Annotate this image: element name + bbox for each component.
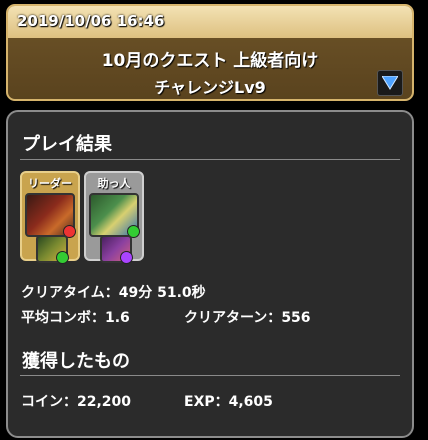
play-date: 2019/10/06 16:46 — [17, 12, 165, 30]
clear-time-value: 49分 51.0秒 — [118, 285, 206, 301]
expand-dropdown-button[interactable] — [377, 70, 403, 96]
quest-subtitle: チャレンジLv9 — [154, 78, 266, 97]
helper-monster-icon[interactable] — [89, 193, 140, 238]
avg-combo-row: 平均コンボ：1.6 — [21, 307, 130, 327]
leader-label: リーダー — [28, 177, 72, 190]
helper-sub-monster-icon[interactable] — [100, 235, 133, 264]
clear-turns-value: 556 — [281, 310, 311, 326]
dark-attribute-icon — [120, 251, 133, 264]
leader-monster-icon[interactable] — [25, 193, 76, 238]
avg-combo-value: 1.6 — [105, 310, 130, 326]
clear-time-label: クリアタイム： — [21, 285, 119, 301]
triangle-down-icon — [382, 76, 398, 90]
helper-label: 助っ人 — [97, 177, 131, 190]
result-panel: プレイ結果 リーダー 助っ人 クリアタイム：49分 51.0秒 平均コンボ：1.… — [6, 110, 414, 438]
clear-time-row: クリアタイム：49分 51.0秒 — [21, 282, 206, 302]
avg-combo-label: 平均コンボ： — [21, 310, 105, 326]
helper-team-card[interactable]: 助っ人 — [84, 171, 144, 264]
rewards-heading: 獲得したもの — [22, 351, 130, 372]
divider — [20, 159, 400, 160]
play-result-heading: プレイ結果 — [22, 134, 112, 155]
leader-sub-monster-icon[interactable] — [36, 235, 69, 264]
coin-label: コイン： — [21, 394, 77, 410]
clear-turns-label: クリアターン： — [184, 310, 282, 326]
leader-team-card[interactable]: リーダー — [20, 171, 80, 264]
quest-title: 10月のクエスト 上級者向け — [101, 51, 319, 71]
clear-turns-row: クリアターン：556 — [184, 307, 311, 327]
coin-value: 22,200 — [77, 394, 132, 410]
exp-value: 4,605 — [228, 394, 273, 410]
header-date-bar: 2019/10/06 16:46 — [8, 6, 412, 38]
coin-row: コイン：22,200 — [21, 391, 131, 411]
divider — [20, 375, 400, 376]
wood-attribute-icon — [56, 251, 69, 264]
exp-row: EXP：4,605 — [184, 391, 273, 411]
exp-label: EXP： — [184, 394, 229, 410]
quest-header: 2019/10/06 16:46 10月のクエスト 上級者向け チャレンジLv9 — [6, 4, 414, 101]
